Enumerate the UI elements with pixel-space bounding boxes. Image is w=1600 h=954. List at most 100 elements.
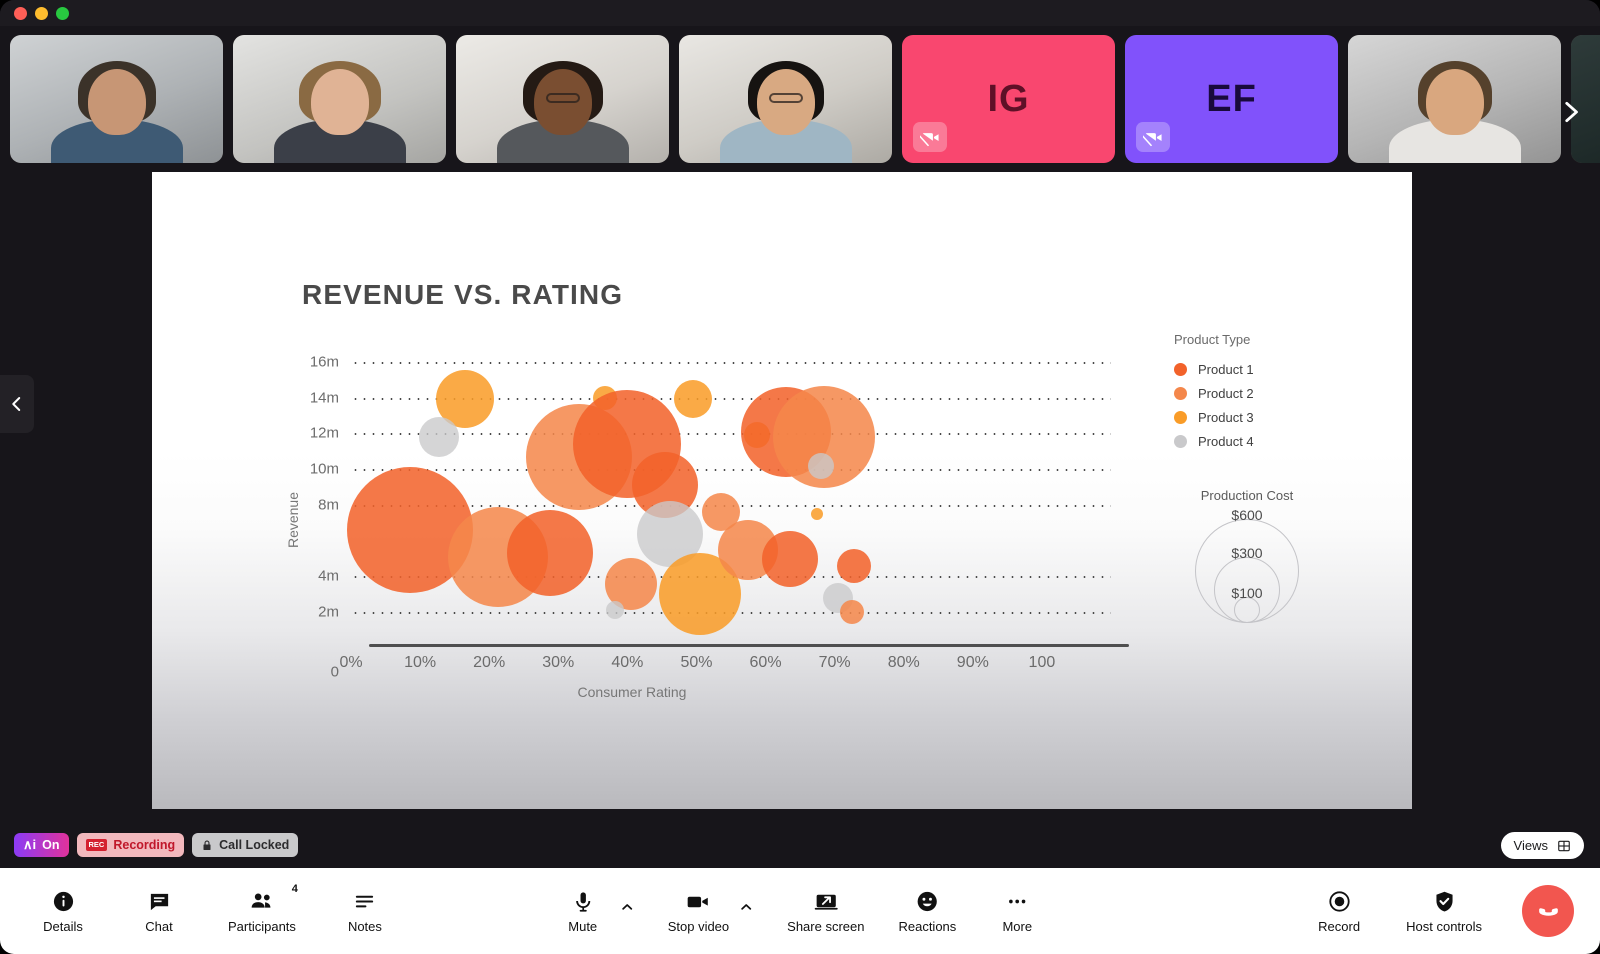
control-record-label: Record: [1318, 919, 1361, 934]
x-axis-tick-label: 30%: [542, 654, 575, 671]
camera-off-icon: [1136, 122, 1170, 152]
legend-item-product-2[interactable]: Product 2: [1174, 381, 1254, 405]
zoom-window-button[interactable]: [56, 6, 69, 20]
bubble-size-legend: Production Cost $600 $300 $100: [1152, 488, 1342, 623]
control-more[interactable]: More: [990, 888, 1044, 934]
bubble-chart-plot-area: 16m 14m 12m 10m 8m 4m 2m 0: [310, 344, 1111, 681]
minimize-window-button[interactable]: [35, 6, 48, 20]
video-participant-glasses: [545, 93, 580, 103]
chart-bubble: [761, 530, 818, 587]
size-legend-title: Production Cost: [1200, 488, 1294, 503]
recording-status-label: Recording: [113, 838, 176, 852]
chart-bubble: [605, 601, 624, 620]
legend-item-product-4[interactable]: Product 4: [1174, 429, 1254, 453]
stop-video-options-caret[interactable]: [739, 898, 753, 924]
control-reactions[interactable]: Reactions: [898, 888, 956, 934]
stage-previous-button[interactable]: [0, 375, 34, 433]
recording-status-pill[interactable]: REC Recording: [76, 833, 185, 857]
info-icon: [52, 888, 75, 914]
video-participant-glasses: [768, 93, 803, 103]
legend-item-label: Product 3: [1198, 409, 1254, 425]
gridline: [351, 361, 1111, 364]
x-axis-tick-label: 40%: [611, 654, 644, 671]
slide-title: REVENUE VS. RATING: [302, 279, 624, 310]
close-window-button[interactable]: [14, 6, 27, 20]
avatar-initials: IG: [987, 77, 1030, 120]
shield-check-icon: [1433, 888, 1456, 914]
y-axis-tick-label: 14m: [309, 389, 339, 407]
gridline: [351, 469, 1111, 472]
legend-item-product-3[interactable]: Product 3: [1174, 405, 1254, 429]
y-axis-title: Revenue: [285, 492, 301, 549]
video-participant-face: [87, 69, 146, 135]
control-reactions-label: Reactions: [898, 919, 957, 934]
filmstrip-tile-participant-1[interactable]: [10, 35, 223, 163]
ai-status-label: On: [42, 838, 60, 852]
participant-filmstrip[interactable]: IG EF: [0, 26, 1600, 172]
shared-screen-stage[interactable]: REVENUE VS. RATING Revenue 16m 14m 12m 10m 8…: [152, 172, 1412, 809]
filmstrip-tile-participant-2[interactable]: [233, 35, 446, 163]
legend-title: Product Type: [1174, 332, 1251, 347]
control-share-screen[interactable]: Share screen: [787, 888, 864, 934]
call-locked-pill[interactable]: Call Locked: [192, 833, 299, 857]
chart-bubble: [839, 600, 864, 625]
control-notes-label: Notes: [347, 919, 382, 934]
size-legend-label: $600: [1231, 507, 1263, 523]
ai-icon: ∧i: [23, 837, 37, 852]
people-icon: [249, 888, 275, 914]
control-stop-video[interactable]: Stop video: [668, 888, 729, 934]
ellipsis-icon: [1006, 888, 1029, 914]
chart-legend: Product Type Product 1 Product 2 Product 3…: [1174, 332, 1254, 453]
control-mute-label: Mute: [568, 919, 598, 934]
x-axis-title: Consumer Rating: [577, 684, 687, 700]
control-group-left: Details Chat 4 Participants Notes: [0, 883, 392, 934]
control-host-controls[interactable]: Host controls: [1406, 888, 1482, 934]
control-chat[interactable]: Chat: [132, 888, 186, 934]
views-button[interactable]: Views: [1500, 832, 1584, 859]
legend-color-swatch: [1174, 362, 1187, 376]
filmstrip-next-button[interactable]: [1548, 90, 1592, 134]
camera-off-icon: [913, 122, 947, 152]
screen-share-icon: [813, 888, 838, 914]
chevron-left-icon: [12, 397, 21, 411]
status-pill-group: ∧i On REC Recording Call Locked: [14, 833, 299, 857]
x-axis-tick-label: 10%: [404, 654, 437, 671]
filmstrip-tile-participant-ig[interactable]: IG: [902, 35, 1115, 163]
filmstrip-tile-participant-ef[interactable]: EF: [1125, 35, 1338, 163]
control-record[interactable]: Record: [1312, 888, 1366, 934]
window-titlebar: [0, 0, 1600, 26]
x-axis-line: [369, 644, 1129, 647]
filmstrip-tile-participant-7[interactable]: [1348, 35, 1561, 163]
record-icon: [1328, 888, 1351, 914]
meeting-window: IG EF REVENUE VS. RATING Revenue 16m 14m 12…: [0, 0, 1600, 954]
ai-status-pill[interactable]: ∧i On: [14, 833, 69, 857]
legend-item-product-1[interactable]: Product 1: [1174, 357, 1254, 381]
control-host-controls-label: Host controls: [1406, 919, 1482, 934]
x-axis-tick-label: 20%: [473, 654, 506, 671]
control-stop-video-label: Stop video: [667, 919, 730, 934]
filmstrip-tile-participant-3[interactable]: [456, 35, 669, 163]
filmstrip-tile-participant-4[interactable]: [679, 35, 892, 163]
call-locked-label: Call Locked: [219, 838, 290, 852]
control-participants[interactable]: 4 Participants: [228, 883, 298, 934]
y-axis-tick-label: 8m: [318, 496, 339, 514]
mute-options-caret[interactable]: [620, 898, 634, 924]
control-notes[interactable]: Notes: [338, 888, 392, 934]
leave-call-button[interactable]: [1522, 885, 1574, 937]
control-details[interactable]: Details: [36, 888, 90, 934]
y-axis-tick-label: 0: [330, 663, 339, 681]
avatar-initials: EF: [1206, 77, 1257, 120]
control-group-right: Record Host controls: [1312, 885, 1574, 937]
y-axis-tick-label: 10m: [309, 460, 339, 478]
legend-color-swatch: [1174, 410, 1187, 424]
control-more-label: More: [1002, 919, 1033, 934]
legend-item-label: Product 4: [1198, 433, 1254, 449]
legend-color-swatch: [1174, 434, 1187, 448]
control-mute[interactable]: Mute: [556, 888, 610, 934]
control-details-label: Details: [43, 919, 83, 934]
lock-icon: [203, 840, 211, 850]
x-axis-tick-label: 0%: [339, 654, 363, 671]
microphone-icon: [571, 888, 594, 914]
views-label: Views: [1513, 838, 1548, 853]
y-axis-tick-label: 16m: [309, 353, 339, 371]
